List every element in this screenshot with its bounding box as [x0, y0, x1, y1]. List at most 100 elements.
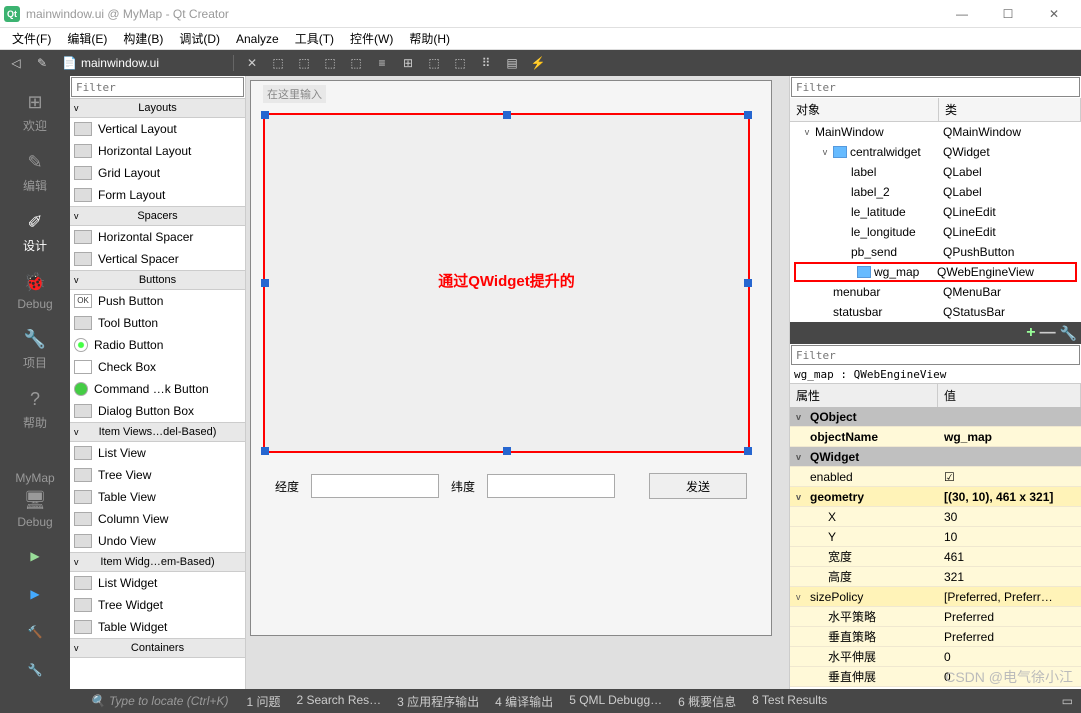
hsplit-icon[interactable]: ⬚: [422, 52, 446, 74]
preview-icon[interactable]: ▤: [500, 52, 524, 74]
property-filter[interactable]: [791, 345, 1080, 365]
object-tree[interactable]: vMainWindowQMainWindowvcentralwidgetQWid…: [790, 122, 1081, 322]
mode-设计[interactable]: ✐设计: [5, 202, 65, 262]
input-latitude[interactable]: [487, 474, 615, 498]
grid-dots-icon[interactable]: ⠿: [474, 52, 498, 74]
status-tab[interactable]: 3 应用程序输出: [391, 693, 485, 710]
widget-item[interactable]: Horizontal Layout: [70, 140, 245, 162]
property-row[interactable]: vQObject: [790, 407, 1081, 427]
widget-category[interactable]: vItem Widg…em-Based): [70, 552, 245, 572]
property-table[interactable]: vQObjectobjectNamewg_mapvQWidgetenabled☑…: [790, 407, 1081, 689]
menu-item[interactable]: 帮助(H): [401, 28, 458, 49]
widget-category[interactable]: vItem Views…del-Based): [70, 422, 245, 442]
remove-property-icon[interactable]: —: [1040, 324, 1056, 342]
widget-item[interactable]: Column View: [70, 508, 245, 530]
menu-item[interactable]: 调试(D): [171, 28, 228, 49]
object-row[interactable]: label_2QLabel: [790, 182, 1081, 202]
build-target[interactable]: MyMap🖥Debug: [5, 463, 65, 537]
property-row[interactable]: vgeometry[(30, 10), 461 x 321]: [790, 487, 1081, 507]
widget-item[interactable]: Tree View: [70, 464, 245, 486]
widget-item[interactable]: List View: [70, 442, 245, 464]
object-row[interactable]: wg_mapQWebEngineView: [794, 262, 1077, 282]
widget-item[interactable]: Table Widget: [70, 616, 245, 638]
object-row[interactable]: labelQLabel: [790, 162, 1081, 182]
tool-button[interactable]: 🔧: [20, 655, 50, 685]
widget-item[interactable]: Dialog Button Box: [70, 400, 245, 422]
menu-item[interactable]: 控件(W): [342, 28, 401, 49]
edit-button[interactable]: ✎: [30, 52, 54, 74]
send-button[interactable]: 发送: [649, 473, 747, 499]
object-row[interactable]: menubarQMenuBar: [790, 282, 1081, 302]
property-row[interactable]: 垂直伸展0: [790, 667, 1081, 687]
status-tab[interactable]: 6 概要信息: [672, 693, 742, 710]
vsplit-icon[interactable]: ⬚: [448, 52, 472, 74]
property-row[interactable]: objectNamewg_map: [790, 427, 1081, 447]
widget-item[interactable]: Grid Layout: [70, 162, 245, 184]
object-row[interactable]: le_longitudeQLineEdit: [790, 222, 1081, 242]
property-row[interactable]: vsizePolicy[Preferred, Preferr…: [790, 587, 1081, 607]
widget-category[interactable]: vContainers: [70, 638, 245, 658]
signals-icon[interactable]: ⚡: [526, 52, 550, 74]
widget-item[interactable]: OKPush Button: [70, 290, 245, 312]
property-row[interactable]: 水平策略Preferred: [790, 607, 1081, 627]
mode-Debug[interactable]: 🐞Debug: [5, 262, 65, 319]
property-row[interactable]: vQWidget: [790, 447, 1081, 467]
widget-item[interactable]: Table View: [70, 486, 245, 508]
layout-h-icon[interactable]: ⬚: [266, 52, 290, 74]
layout-form-icon[interactable]: ⬚: [344, 52, 368, 74]
widget-item[interactable]: List Widget: [70, 572, 245, 594]
widget-item[interactable]: Tree Widget: [70, 594, 245, 616]
property-row[interactable]: Y10: [790, 527, 1081, 547]
object-row[interactable]: le_latitudeQLineEdit: [790, 202, 1081, 222]
input-longitude[interactable]: [311, 474, 439, 498]
widget-item[interactable]: Command …k Button: [70, 378, 245, 400]
close-file-icon[interactable]: ✕: [240, 52, 264, 74]
property-row[interactable]: 垂直策略Preferred: [790, 627, 1081, 647]
widget-item[interactable]: Radio Button: [70, 334, 245, 356]
selected-widget-wg-map[interactable]: 通过QWidget提升的: [263, 113, 750, 453]
object-row[interactable]: statusbarQStatusBar: [790, 302, 1081, 322]
mode-欢迎[interactable]: ⊞欢迎: [5, 82, 65, 142]
widgetbox-filter[interactable]: [71, 77, 244, 97]
mode-编辑[interactable]: ✎编辑: [5, 142, 65, 202]
status-tab[interactable]: 1 问题: [240, 693, 286, 710]
object-row[interactable]: pb_sendQPushButton: [790, 242, 1081, 262]
close-button[interactable]: ✕: [1031, 0, 1077, 28]
widget-item[interactable]: Check Box: [70, 356, 245, 378]
back-button[interactable]: ◁: [4, 52, 28, 74]
widget-category[interactable]: vButtons: [70, 270, 245, 290]
locator[interactable]: 🔍 Type to locate (Ctrl+K): [90, 694, 228, 708]
mode-项目[interactable]: 🔧项目: [5, 319, 65, 379]
property-row[interactable]: X30: [790, 507, 1081, 527]
form-window[interactable]: 在这里输入 通过QWidget提升的 经度 纬度: [250, 80, 772, 636]
object-row[interactable]: vcentralwidgetQWidget: [790, 142, 1081, 162]
status-tab[interactable]: 8 Test Results: [746, 693, 833, 710]
widget-item[interactable]: Vertical Spacer: [70, 248, 245, 270]
layout-v-icon[interactable]: ⬚: [292, 52, 316, 74]
wrench-icon[interactable]: 🔧: [1060, 325, 1077, 342]
run-debug-button[interactable]: ▶: [20, 579, 50, 609]
menu-item[interactable]: 文件(F): [4, 28, 59, 49]
status-tab[interactable]: 2 Search Res…: [290, 693, 387, 710]
add-property-icon[interactable]: +: [1026, 324, 1035, 342]
property-row[interactable]: 水平伸展0: [790, 647, 1081, 667]
break-layout-icon[interactable]: ≡: [370, 52, 394, 74]
menu-item[interactable]: 工具(T): [287, 28, 342, 49]
minimize-button[interactable]: —: [939, 0, 985, 28]
widget-item[interactable]: Vertical Layout: [70, 118, 245, 140]
widget-category[interactable]: vSpacers: [70, 206, 245, 226]
run-button[interactable]: ▶: [20, 541, 50, 571]
status-tab[interactable]: 5 QML Debugg…: [563, 693, 668, 710]
menu-item[interactable]: 编辑(E): [59, 28, 115, 49]
adjust-size-icon[interactable]: ⊞: [396, 52, 420, 74]
status-tab[interactable]: 4 编译输出: [489, 693, 559, 710]
widget-item[interactable]: Undo View: [70, 530, 245, 552]
property-row[interactable]: enabled☑: [790, 467, 1081, 487]
property-row[interactable]: 宽度461: [790, 547, 1081, 567]
widget-item[interactable]: Form Layout: [70, 184, 245, 206]
layout-grid-icon[interactable]: ⬚: [318, 52, 342, 74]
property-row[interactable]: 高度321: [790, 567, 1081, 587]
menu-item[interactable]: 构建(B): [115, 28, 171, 49]
object-filter[interactable]: [791, 77, 1080, 97]
object-row[interactable]: vMainWindowQMainWindow: [790, 122, 1081, 142]
